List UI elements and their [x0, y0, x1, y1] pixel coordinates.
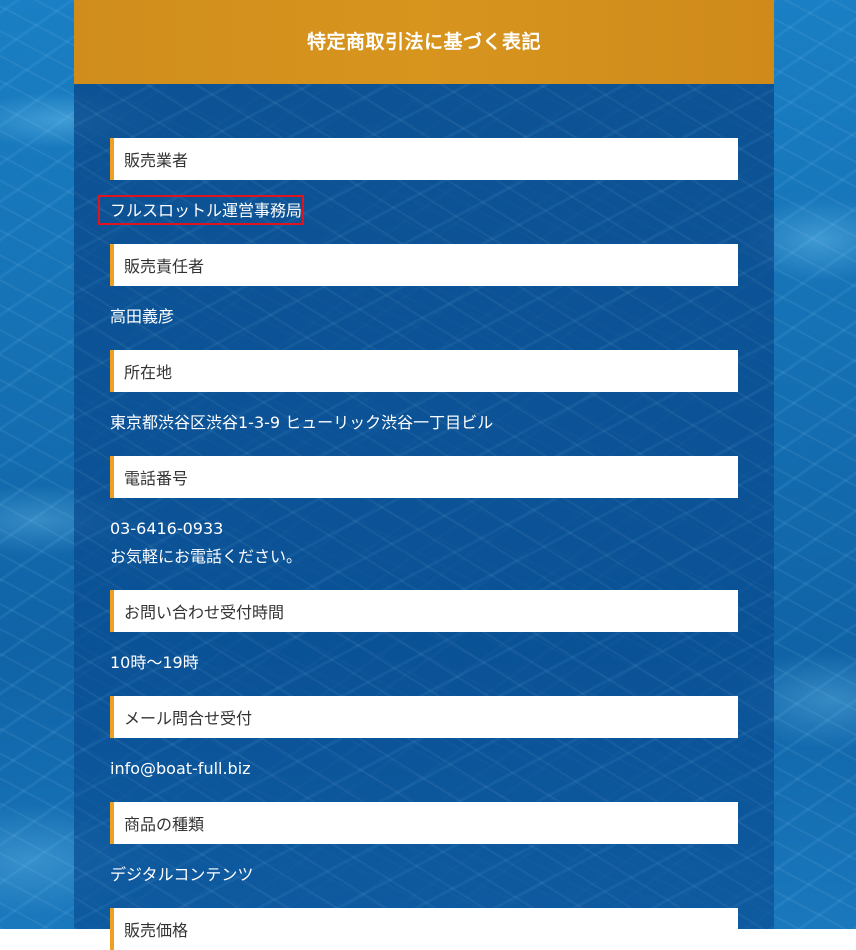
phone-value[interactable]: 03-6416-0933: [110, 517, 223, 541]
section-label-text: 所在地: [124, 363, 173, 382]
section-label-text: お問い合わせ受付時間: [124, 603, 285, 622]
content-panel: 特定商取引法に基づく表記 販売業者 フルスロットル運営事務局 販売責任者 高田義…: [74, 0, 774, 950]
page-title: 特定商取引法に基づく表記: [306, 30, 541, 53]
section-label-text: 販売業者: [124, 151, 189, 170]
section-label-seller: 販売業者: [110, 138, 738, 180]
section-label-manager: 販売責任者: [110, 244, 738, 286]
section-label-text: 販売価格: [124, 921, 189, 940]
section-label-text: 商品の種類: [124, 815, 205, 834]
page-header: 特定商取引法に基づく表記: [74, 0, 774, 84]
product-type-value: デジタルコンテンツ: [110, 865, 254, 884]
section-label-text: 電話番号: [124, 469, 189, 488]
section-label-email: メール問合せ受付: [110, 696, 738, 738]
section-label-address: 所在地: [110, 350, 738, 392]
section-label-phone: 電話番号: [110, 456, 738, 498]
section-label-product-type: 商品の種類: [110, 802, 738, 844]
section-label-text: 販売責任者: [124, 257, 205, 276]
phone-note: お気軽にお電話ください。: [110, 547, 303, 566]
section-label-hours: お問い合わせ受付時間: [110, 590, 738, 632]
email-value[interactable]: info@boat-full.biz: [110, 757, 251, 781]
section-label-price: 販売価格: [110, 908, 738, 950]
hours-value: 10時～19時: [110, 653, 199, 672]
address-value: 東京都渋谷区渋谷1-3-9 ヒューリック渋谷一丁目ビル: [110, 413, 494, 432]
manager-value: 高田義彦: [110, 307, 175, 326]
section-label-text: メール問合せ受付: [124, 709, 253, 728]
highlight-box: [98, 195, 304, 225]
